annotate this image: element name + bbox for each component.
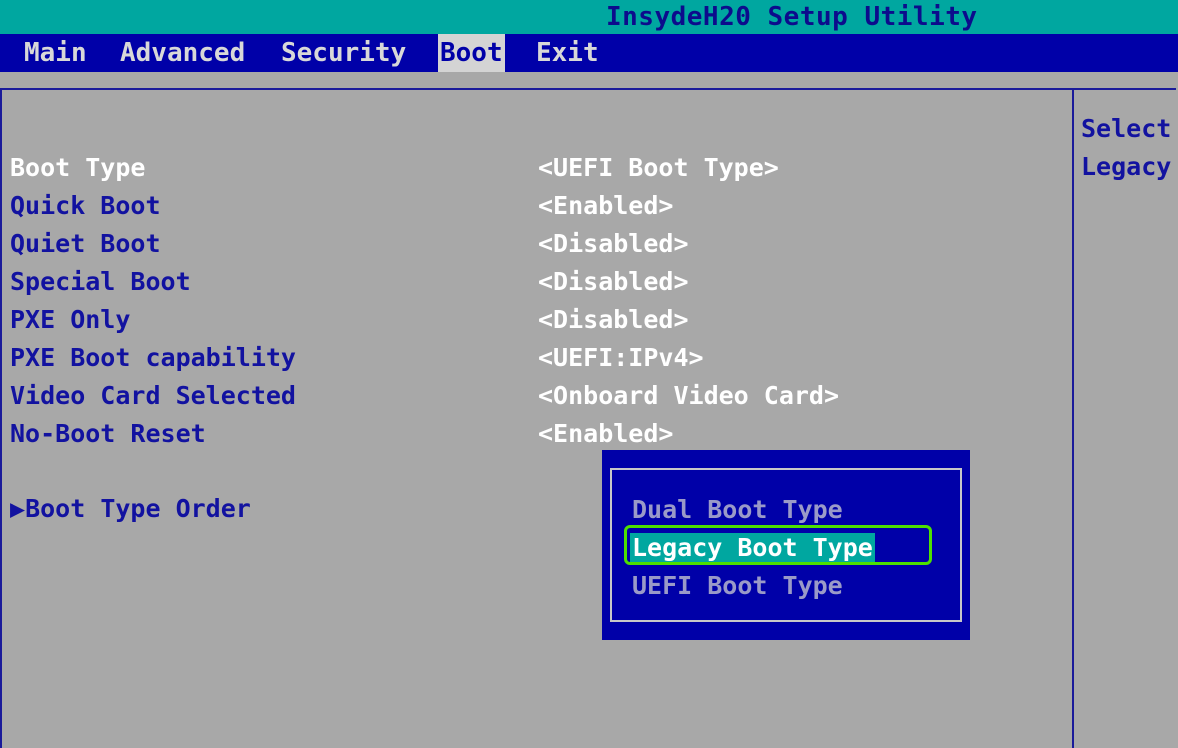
menu-advanced[interactable]: Advanced [118, 34, 247, 72]
menu-security[interactable]: Security [279, 34, 408, 72]
setting-quiet-boot-value[interactable]: <Disabled> [538, 229, 689, 259]
popup-option-dual-boot[interactable]: Dual Boot Type [632, 495, 843, 525]
setting-no-boot-reset-value[interactable]: <Enabled> [538, 419, 673, 449]
menu-exit[interactable]: Exit [534, 34, 601, 72]
help-divider [1072, 88, 1074, 748]
setting-quick-boot-value[interactable]: <Enabled> [538, 191, 673, 221]
setting-video-card-value[interactable]: <Onboard Video Card> [538, 381, 839, 411]
highlight-outline [624, 525, 932, 565]
submenu-arrow-icon: ▶ [10, 494, 26, 523]
setting-pxe-boot-capability-label[interactable]: PXE Boot capability [10, 343, 296, 373]
setting-special-boot-label[interactable]: Special Boot [10, 267, 191, 297]
help-text-line-2: Legacy [1081, 152, 1172, 181]
menu-bar: Main Advanced Security Boot Exit [0, 34, 1178, 72]
setting-pxe-only-value[interactable]: <Disabled> [538, 305, 689, 335]
setting-boot-type-label[interactable]: Boot Type [10, 153, 145, 183]
setting-pxe-only-label[interactable]: PXE Only [10, 305, 130, 335]
title-bar: InsydeH20 Setup Utility [0, 0, 1178, 34]
popup-option-uefi-boot[interactable]: UEFI Boot Type [632, 571, 843, 601]
menu-main[interactable]: Main [22, 34, 89, 72]
setting-no-boot-reset-label[interactable]: No-Boot Reset [10, 419, 206, 449]
setting-pxe-boot-capability-value[interactable]: <UEFI:IPv4> [538, 343, 704, 373]
setting-video-card-label[interactable]: Video Card Selected [10, 381, 296, 411]
menu-boot[interactable]: Boot [438, 34, 505, 72]
settings-panel [0, 88, 1176, 748]
setting-special-boot-value[interactable]: <Disabled> [538, 267, 689, 297]
submenu-boot-type-order[interactable]: ▶Boot Type Order [10, 494, 251, 524]
setting-quick-boot-label[interactable]: Quick Boot [10, 191, 161, 221]
app-title: InsydeH20 Setup Utility [606, 2, 978, 32]
submenu-label: Boot Type Order [25, 494, 251, 523]
help-text-line-1: Select [1081, 114, 1172, 143]
setting-quiet-boot-label[interactable]: Quiet Boot [10, 229, 161, 259]
setting-boot-type-value[interactable]: <UEFI Boot Type> [538, 153, 779, 183]
